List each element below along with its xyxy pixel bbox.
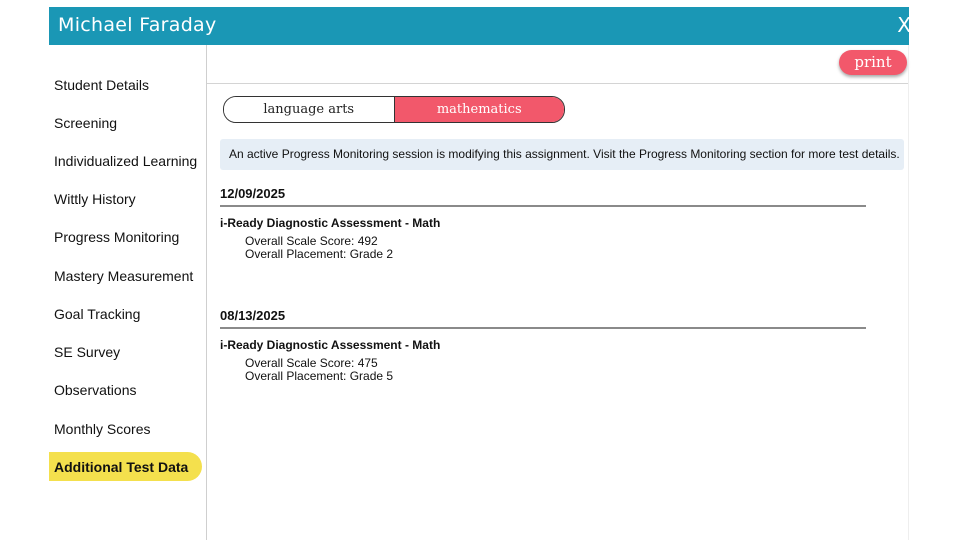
scale-score: Overall Scale Score: 492 [245,234,378,248]
sidebar-item-mastery-measurement[interactable]: Mastery Measurement [49,261,202,290]
sidebar-item-se-survey[interactable]: SE Survey [49,337,202,366]
scale-score: Overall Scale Score: 475 [245,356,378,370]
window-titlebar: Michael Faraday X [49,7,911,45]
sidebar-item-label: Progress Monitoring [54,229,180,245]
sidebar-item-label: SE Survey [54,344,121,360]
placement: Overall Placement: Grade 2 [245,247,394,261]
sidebar-item-label: Screening [54,115,118,131]
record-date: 12/09/2025 [220,186,286,201]
close-icon[interactable]: X [897,13,911,37]
record-date: 08/13/2025 [220,308,286,323]
sidebar-item-wittly-history[interactable]: Wittly History [49,184,202,213]
sidebar-item-label: Monthly Scores [54,421,151,437]
sidebar-item-observations[interactable]: Observations [49,375,202,404]
panel-edge [908,45,909,540]
tab-language-arts[interactable]: language arts [224,97,394,122]
sidebar-item-additional-test-data[interactable]: Additional Test Data [49,452,202,481]
sidebar-item-progress-monitoring[interactable]: Progress Monitoring [49,222,202,251]
sidebar-item-student-details[interactable]: Student Details [49,70,202,99]
sidebar-item-label: Student Details [54,77,149,93]
sidebar-item-monthly-scores[interactable]: Monthly Scores [49,414,202,443]
toolbar-divider [207,83,909,84]
assessment-name: i-Ready Diagnostic Assessment - Math [220,216,441,230]
notice-text: An active Progress Monitoring session is… [229,147,900,161]
sidebar-nav: Student Details Screening Individualized… [49,45,206,540]
sidebar-item-label: Wittly History [54,191,136,207]
record-divider [220,327,866,329]
sidebar-item-label: Goal Tracking [54,306,141,322]
window-title: Michael Faraday [58,14,217,36]
sidebar-item-label: Observations [54,382,137,398]
sidebar-item-label: Mastery Measurement [54,268,194,284]
sidebar-item-label: Additional Test Data [54,459,189,475]
tab-mathematics[interactable]: mathematics [393,97,564,122]
assessment-name: i-Ready Diagnostic Assessment - Math [220,338,441,352]
progress-monitoring-notice: An active Progress Monitoring session is… [220,139,904,170]
sidebar-item-label: Individualized Learning [54,153,198,169]
main-content: print language arts mathematics An activ… [207,45,909,540]
sidebar-item-individualized-learning[interactable]: Individualized Learning [49,146,202,175]
record-divider [220,205,866,207]
sidebar-item-goal-tracking[interactable]: Goal Tracking [49,299,202,328]
sidebar-item-screening[interactable]: Screening [49,108,202,137]
print-button[interactable]: print [839,50,907,75]
subject-tabs: language arts mathematics [223,96,565,123]
placement: Overall Placement: Grade 5 [245,369,394,383]
